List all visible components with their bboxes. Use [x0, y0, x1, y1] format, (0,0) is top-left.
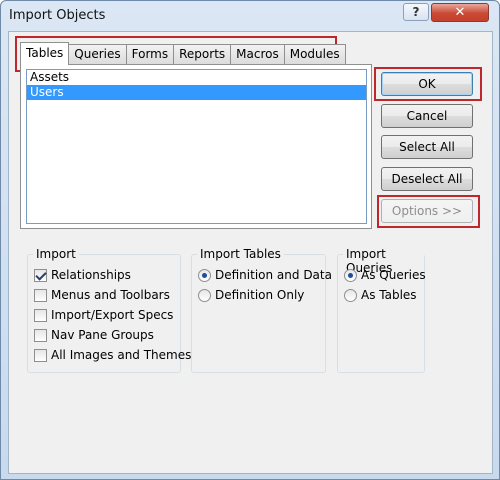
- definition-and-data-option[interactable]: Definition and Data: [198, 267, 332, 283]
- cancel-button[interactable]: Cancel: [381, 104, 473, 128]
- tab-tables[interactable]: Tables: [20, 42, 70, 65]
- menus-toolbars-checkbox[interactable]: [34, 288, 47, 302]
- import-group-title: Import: [33, 247, 79, 261]
- definition-only-label: Definition Only: [215, 288, 305, 302]
- list-item-users[interactable]: Users: [27, 85, 366, 100]
- close-icon: ✕: [454, 5, 466, 20]
- as-queries-label: As Queries: [361, 268, 426, 282]
- import-export-specs-checkbox[interactable]: [34, 308, 47, 322]
- tab-queries[interactable]: Queries: [68, 44, 127, 64]
- help-icon: ?: [412, 5, 420, 19]
- import-objects-dialog: Import Objects ? ✕ Tables Queries Forms …: [0, 0, 500, 480]
- import-queries-group: Import Queries As Queries As Tables: [337, 247, 426, 373]
- images-themes-option[interactable]: All Images and Themes: [34, 347, 191, 363]
- definition-and-data-radio[interactable]: [198, 268, 211, 282]
- nav-pane-groups-checkbox[interactable]: [34, 328, 47, 342]
- as-tables-option[interactable]: As Tables: [344, 287, 417, 303]
- tab-panel: Assets Users: [20, 64, 372, 229]
- title-bar[interactable]: Import Objects ? ✕: [1, 1, 499, 31]
- as-tables-radio[interactable]: [344, 288, 357, 302]
- nav-pane-groups-label: Nav Pane Groups: [51, 328, 154, 342]
- object-type-tabs: Tables Queries Forms Reports Macros Modu…: [20, 42, 346, 65]
- deselect-all-button[interactable]: Deselect All: [381, 167, 473, 191]
- nav-pane-groups-option[interactable]: Nav Pane Groups: [34, 327, 154, 343]
- as-tables-label: As Tables: [361, 288, 417, 302]
- definition-only-radio[interactable]: [198, 288, 211, 302]
- menus-toolbars-option[interactable]: Menus and Toolbars: [34, 287, 170, 303]
- import-tables-group: Import Tables Definition and Data Defini…: [191, 247, 332, 373]
- list-item-assets[interactable]: Assets: [27, 70, 366, 85]
- relationships-checkbox[interactable]: [34, 268, 47, 282]
- help-button[interactable]: ?: [403, 3, 429, 21]
- tab-forms[interactable]: Forms: [125, 44, 175, 64]
- relationships-label: Relationships: [51, 268, 131, 282]
- tab-modules[interactable]: Modules: [283, 44, 346, 64]
- close-button[interactable]: ✕: [431, 3, 489, 22]
- relationships-option[interactable]: Relationships: [34, 267, 131, 283]
- images-themes-checkbox[interactable]: [34, 348, 47, 362]
- as-queries-option[interactable]: As Queries: [344, 267, 426, 283]
- as-queries-radio[interactable]: [344, 268, 357, 282]
- import-export-specs-label: Import/Export Specs: [51, 308, 174, 322]
- images-themes-label: All Images and Themes: [51, 348, 192, 362]
- tab-reports[interactable]: Reports: [173, 44, 232, 64]
- ok-button[interactable]: OK: [381, 72, 473, 96]
- definition-only-option[interactable]: Definition Only: [198, 287, 304, 303]
- tab-macros[interactable]: Macros: [230, 44, 285, 64]
- import-group: Import Relationships Menus and Toolbars …: [27, 247, 191, 373]
- dialog-body: Tables Queries Forms Reports Macros Modu…: [8, 31, 493, 474]
- definition-and-data-label: Definition and Data: [215, 268, 332, 282]
- window-title: Import Objects: [9, 8, 106, 23]
- options-button: Options >>: [381, 199, 473, 223]
- import-export-specs-option[interactable]: Import/Export Specs: [34, 307, 173, 323]
- select-all-button[interactable]: Select All: [381, 135, 473, 159]
- import-tables-group-title: Import Tables: [197, 247, 284, 261]
- tables-listbox[interactable]: Assets Users: [26, 69, 367, 224]
- menus-toolbars-label: Menus and Toolbars: [51, 288, 170, 302]
